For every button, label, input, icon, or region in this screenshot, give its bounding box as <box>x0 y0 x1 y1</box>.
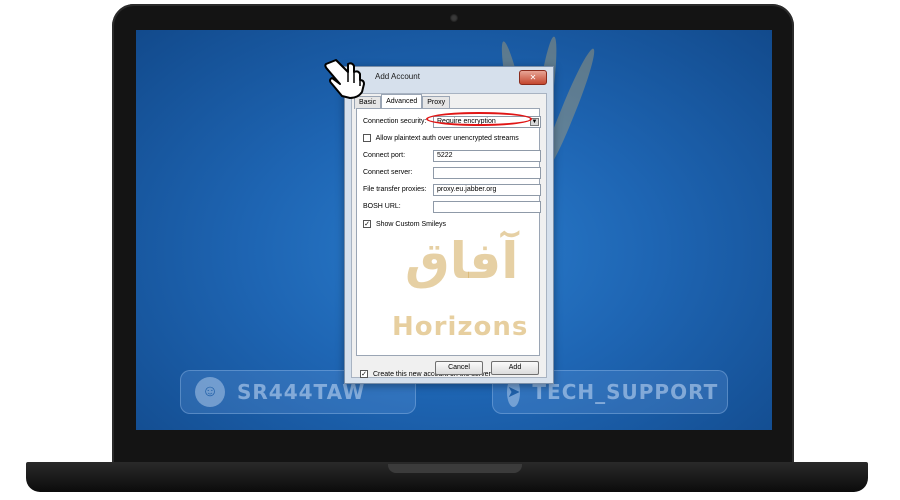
watermark-latin: Horizons <box>392 312 529 342</box>
highlight-ellipse <box>426 112 532 126</box>
tab-bar: Basic Advanced Proxy <box>354 94 451 109</box>
cancel-button[interactable]: Cancel <box>435 361 483 375</box>
hand-cursor-icon <box>324 59 365 99</box>
show-smileys-label: Show Custom Smileys <box>375 220 446 228</box>
file-transfer-input[interactable]: proxy.eu.jabber.org <box>433 184 541 196</box>
allow-plaintext-label: Allow plaintext auth over unencrypted st… <box>375 134 519 142</box>
add-button[interactable]: Add <box>491 361 539 375</box>
watermark-arabic: آفاق <box>405 232 519 290</box>
robot-icon: ☺ <box>195 377 225 407</box>
connect-port-input[interactable]: 5222 <box>433 150 541 162</box>
show-smileys-row[interactable]: ✓ Show Custom Smileys <box>363 220 446 228</box>
connection-security-label: Connection security: <box>363 118 427 125</box>
connect-server-input[interactable] <box>433 167 541 179</box>
connect-server-label: Connect server: <box>363 169 413 176</box>
create-account-checkbox[interactable]: ✓ <box>360 370 368 378</box>
file-transfer-label: File transfer proxies: <box>363 186 427 193</box>
webcam-icon <box>450 14 458 22</box>
close-icon[interactable]: ✕ <box>519 70 547 85</box>
watermark-right-text: TECH_SUPPORT <box>532 380 719 404</box>
allow-plaintext-checkbox[interactable] <box>363 134 371 142</box>
laptop-notch <box>388 464 522 473</box>
bosh-url-input[interactable] <box>433 201 541 213</box>
allow-plaintext-row[interactable]: Allow plaintext auth over unencrypted st… <box>363 134 519 142</box>
show-smileys-checkbox[interactable]: ✓ <box>363 220 371 228</box>
bosh-url-label: BOSH URL: <box>363 203 401 210</box>
tab-advanced[interactable]: Advanced <box>381 94 423 109</box>
connect-port-label: Connect port: <box>363 152 406 159</box>
